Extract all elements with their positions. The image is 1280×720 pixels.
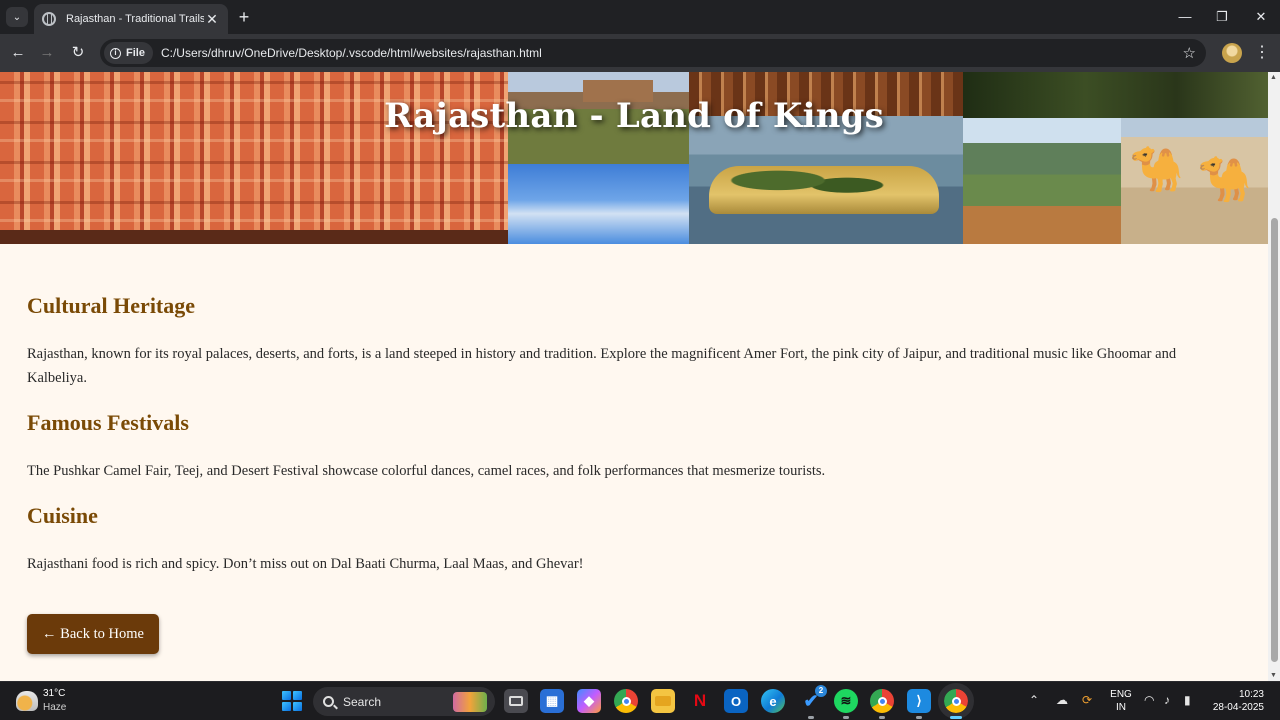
chrome-icon[interactable] <box>614 689 638 713</box>
desert-camels-image: 🐪 🐪 <box>1121 118 1268 244</box>
close-window-icon[interactable]: ✕ <box>1244 6 1278 28</box>
windows-taskbar: 31°C Haze Search ▦ ◆ N O e ✔ 2 ≋ ⟩ ⌃ ☁ ⟳ … <box>0 681 1280 720</box>
search-label: Search <box>343 694 382 709</box>
section-text-cultural-heritage: Rajasthan, known for its royal palaces, … <box>27 346 1177 386</box>
scroll-up-arrow-icon[interactable]: ▲ <box>1270 74 1277 81</box>
outlook-icon[interactable]: O <box>724 689 748 713</box>
wifi-icon[interactable]: ◠ <box>1144 693 1154 707</box>
battery-icon[interactable]: ▮ <box>1184 693 1191 707</box>
weather-temperature[interactable]: 31°C <box>43 688 65 699</box>
clock-date: 28-04-2025 <box>1212 702 1264 713</box>
section-heading-cultural-heritage: Cultural Heritage <box>27 293 196 318</box>
browser-tab[interactable]: Rajasthan - Traditional Trails ✕ <box>34 4 228 34</box>
browser-toolbar: ← → ↻ i File C:/Users/dhruv/OneDrive/Des… <box>0 34 1280 72</box>
netflix-icon[interactable]: N <box>688 689 712 713</box>
chrome-icon[interactable] <box>938 683 974 719</box>
section-text-festivals: The Pushkar Camel Fair, Teej, and Desert… <box>27 463 826 479</box>
back-arrow-icon[interactable]: ← <box>7 42 29 64</box>
todo-badge: 2 <box>815 685 827 697</box>
section-heading-festivals: Famous Festivals <box>27 410 189 435</box>
taskbar-search[interactable]: Search <box>313 687 495 716</box>
edge-icon[interactable]: e <box>761 689 785 713</box>
star-icon[interactable]: ☆ <box>1183 44 1196 62</box>
url-text[interactable]: C:/Users/dhruv/OneDrive/Desktop/.vscode/… <box>161 46 1183 60</box>
info-icon: i <box>110 47 121 59</box>
camel-icon: 🐪 <box>1129 145 1184 194</box>
scroll-down-arrow-icon[interactable]: ▼ <box>1270 672 1277 679</box>
input-language[interactable]: ENG IN <box>1110 688 1132 714</box>
tab-title: Rajasthan - Traditional Trails <box>66 13 204 25</box>
globe-icon <box>42 12 56 26</box>
site-info-chip[interactable]: i File <box>104 42 153 64</box>
main-content: Cultural Heritage Rajasthan, known for i… <box>27 244 1237 576</box>
profile-avatar[interactable] <box>1222 43 1242 63</box>
clock-time: 10:23 <box>1238 689 1264 700</box>
camel-icon: 🐪 <box>1197 155 1252 204</box>
maximize-icon[interactable]: ❐ <box>1205 6 1239 28</box>
page-viewport: 🐪 🐪 Rajasthan - Land of Kings Cultural H… <box>0 72 1280 681</box>
weather-condition[interactable]: Haze <box>43 702 66 713</box>
back-to-home-button[interactable]: ← Back to Home <box>27 614 159 654</box>
forward-arrow-icon[interactable]: → <box>36 42 58 64</box>
section-heading-cuisine: Cuisine <box>27 503 98 528</box>
windows-start-icon[interactable] <box>282 691 302 711</box>
minimize-icon[interactable]: — <box>1168 6 1202 28</box>
section-text-cuisine: Rajasthani food is rich and spicy. Don’t… <box>27 556 584 572</box>
new-tab-button[interactable]: + <box>234 7 254 27</box>
hill-fort-image <box>963 118 1121 244</box>
scrollbar-thumb[interactable] <box>1271 218 1278 662</box>
search-icon <box>323 696 334 707</box>
reload-icon[interactable]: ↻ <box>67 42 89 64</box>
tray-chevron-icon[interactable]: ⌃ <box>1029 693 1039 707</box>
tab-close-icon[interactable]: ✕ <box>204 11 220 28</box>
tab-search-chevron-icon[interactable]: ⌄ <box>6 7 28 27</box>
file-explorer-icon[interactable] <box>651 689 675 713</box>
vscode-icon[interactable]: ⟩ <box>907 689 931 719</box>
spotify-icon[interactable]: ≋ <box>834 689 858 719</box>
tab-strip: ⌄ Rajasthan - Traditional Trails ✕ + — ❐… <box>0 0 1280 34</box>
vertical-scrollbar[interactable]: ▲ ▼ <box>1268 72 1280 681</box>
volume-icon[interactable]: ♪ <box>1164 693 1170 707</box>
onedrive-icon[interactable]: ☁ <box>1056 693 1068 707</box>
region-code: IN <box>1116 702 1126 713</box>
address-bar[interactable]: i File C:/Users/dhruv/OneDrive/Desktop/.… <box>100 39 1206 67</box>
menu-kebab-icon[interactable]: ⋮ <box>1254 42 1270 64</box>
hero-banner: 🐪 🐪 Rajasthan - Land of Kings <box>0 72 1268 244</box>
chrome-icon[interactable] <box>870 689 894 719</box>
language-code: ENG <box>1110 689 1132 700</box>
sync-icon[interactable]: ⟳ <box>1082 693 1092 707</box>
sky-image <box>508 164 689 244</box>
copilot-icon[interactable]: ◆ <box>577 689 601 713</box>
search-highlight-image <box>453 691 487 712</box>
chip-label: File <box>126 47 145 59</box>
microsoft-store-icon[interactable]: ▦ <box>540 689 564 713</box>
task-view-icon[interactable] <box>504 689 528 713</box>
weather-haze-icon[interactable] <box>16 691 38 711</box>
page-title: Rajasthan - Land of Kings <box>383 96 884 136</box>
todo-icon[interactable]: ✔ 2 <box>799 685 827 719</box>
system-clock[interactable]: 10:23 28-04-2025 <box>1206 688 1264 714</box>
